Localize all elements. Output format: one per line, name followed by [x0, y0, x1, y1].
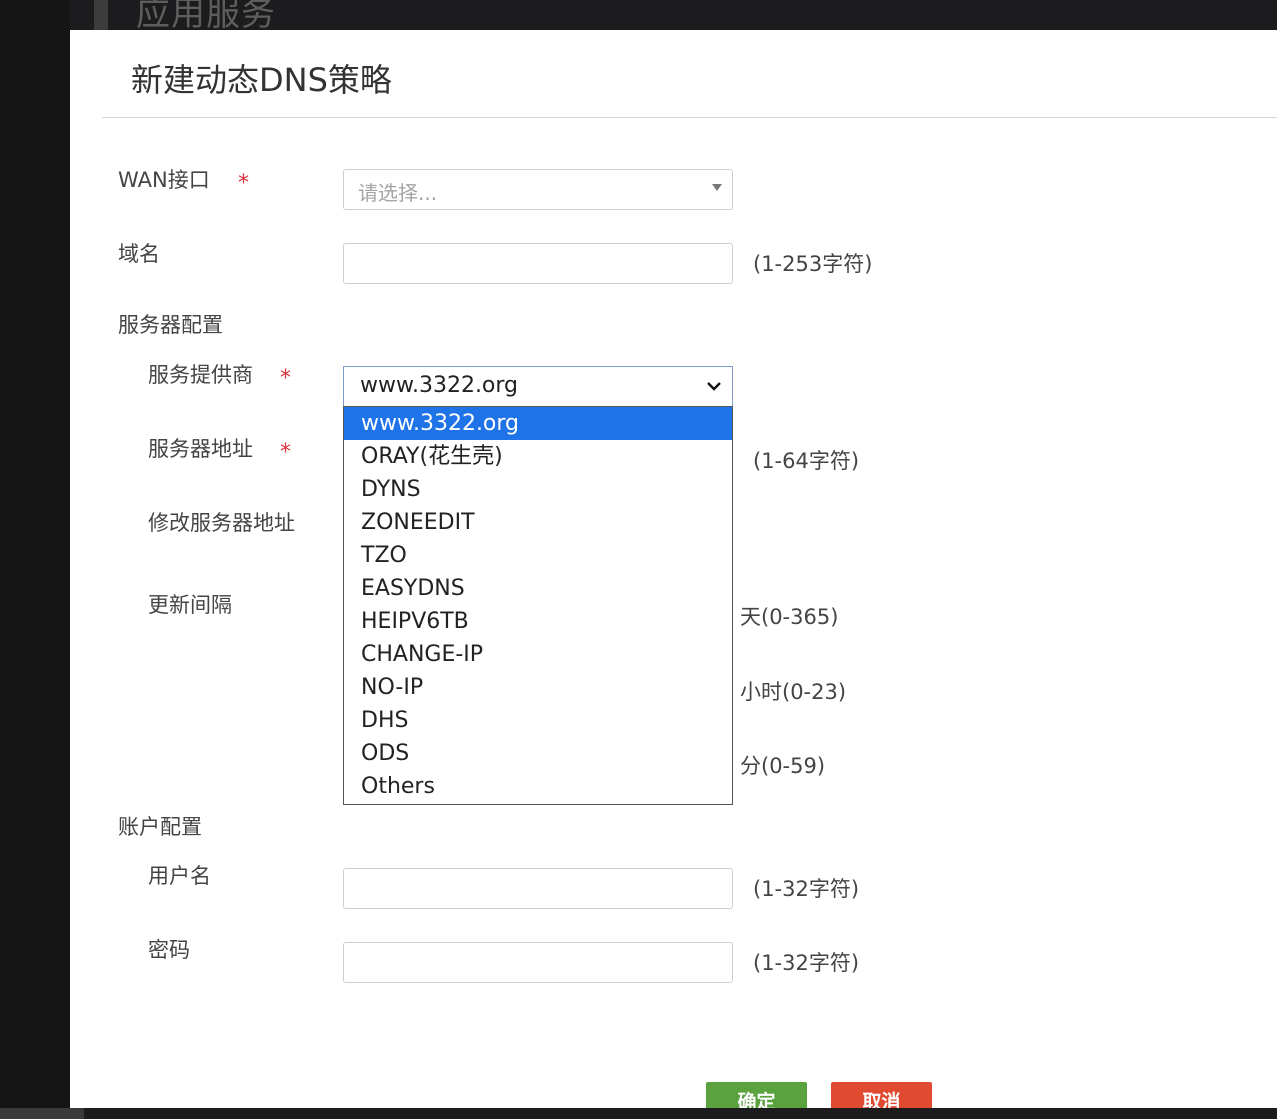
wan-interface-placeholder: 请选择... [358, 181, 438, 205]
dropdown-option[interactable]: HEIPV6TB [344, 605, 732, 638]
confirm-button[interactable]: 确定 [706, 1082, 807, 1108]
background-footer [0, 1108, 84, 1119]
dialog-title: 新建动态DNS策略 [131, 61, 392, 99]
dropdown-option[interactable]: ORAY(花生壳) [344, 440, 732, 473]
provider-dropdown-list: www.3322.org ORAY(花生壳) DYNS ZONEEDIT TZO… [343, 406, 733, 805]
interval-days-hint: 天(0-365) [740, 605, 839, 629]
account-config-heading: 账户配置 [118, 815, 202, 839]
interval-minutes-hint: 分(0-59) [740, 754, 826, 778]
background-page-title: 应用服务 [136, 0, 276, 34]
domain-input[interactable] [343, 243, 733, 284]
dropdown-option[interactable]: ZONEEDIT [344, 506, 732, 539]
interval-hours-hint: 小时(0-23) [740, 680, 847, 704]
dropdown-option[interactable]: www.3322.org [344, 407, 732, 440]
provider-label: 服务提供商 [148, 363, 253, 387]
server-config-heading: 服务器配置 [118, 313, 223, 337]
provider-required-mark: * [280, 366, 291, 391]
username-input[interactable] [343, 868, 733, 909]
dropdown-option[interactable]: ODS [344, 737, 732, 770]
server-address-required-mark: * [280, 440, 291, 465]
provider-select[interactable]: www.3322.org [343, 366, 733, 407]
title-divider [102, 117, 1277, 118]
background-strip [94, 0, 108, 30]
wan-required-mark: * [238, 171, 249, 196]
dropdown-option[interactable]: DHS [344, 704, 732, 737]
update-interval-label: 更新间隔 [148, 593, 232, 617]
cancel-button[interactable]: 取消 [831, 1082, 932, 1108]
ddns-policy-dialog: 新建动态DNS策略 WAN接口 * 请选择... 域名 (1-253字符) 服务… [70, 30, 1277, 1108]
dropdown-option[interactable]: DYNS [344, 473, 732, 506]
domain-label: 域名 [118, 242, 160, 266]
username-label: 用户名 [148, 864, 211, 888]
wan-interface-label: WAN接口 [118, 168, 210, 192]
username-hint: (1-32字符) [753, 877, 860, 901]
wan-interface-select[interactable]: 请选择... [343, 169, 733, 210]
server-address-hint: (1-64字符) [753, 449, 860, 473]
domain-hint: (1-253字符) [753, 252, 873, 276]
modify-server-address-label: 修改服务器地址 [148, 511, 295, 535]
dropdown-option[interactable]: EASYDNS [344, 572, 732, 605]
dropdown-option[interactable]: Others [344, 770, 732, 803]
dropdown-option[interactable]: CHANGE-IP [344, 638, 732, 671]
caret-down-icon [712, 184, 722, 191]
chevron-down-icon [707, 382, 721, 391]
dropdown-option[interactable]: NO-IP [344, 671, 732, 704]
server-address-label: 服务器地址 [148, 437, 253, 461]
password-label: 密码 [148, 938, 190, 962]
password-hint: (1-32字符) [753, 951, 860, 975]
provider-selected-value: www.3322.org [360, 373, 519, 398]
background-sidebar [0, 0, 70, 1119]
password-input[interactable] [343, 942, 733, 983]
dropdown-option[interactable]: TZO [344, 539, 732, 572]
